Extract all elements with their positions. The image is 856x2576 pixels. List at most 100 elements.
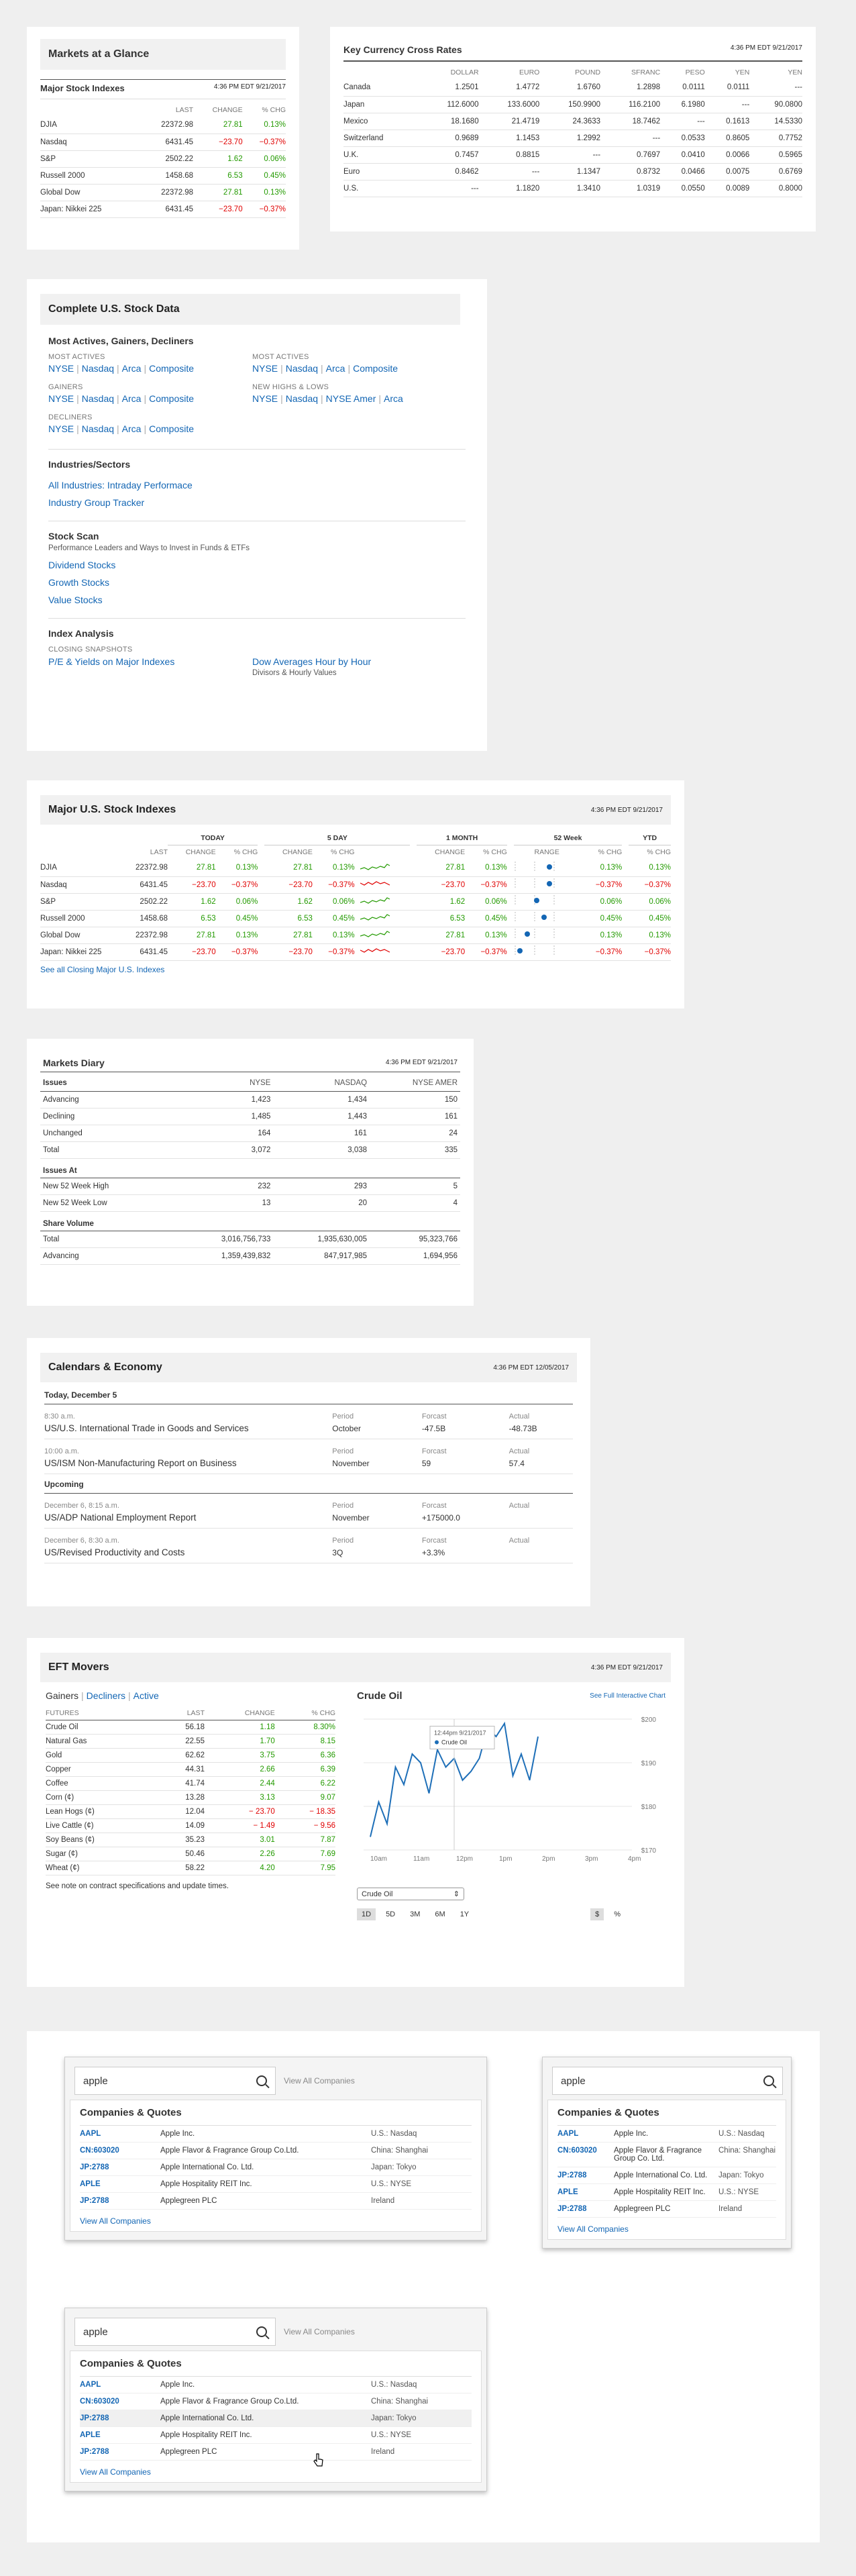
ticker-symbol[interactable]: AAPL <box>557 2130 614 2138</box>
see-all-indexes-link[interactable]: See all Closing Major U.S. Indexes <box>40 965 164 974</box>
company-result-row[interactable]: CN:603020 Apple Flavor & Fragrance Group … <box>80 2143 472 2159</box>
calendar-event[interactable]: December 6, 8:30 a.m. US/Revised Producti… <box>44 1529 573 1563</box>
ticker-symbol[interactable]: JP:2788 <box>557 2171 614 2179</box>
view-all-companies-link[interactable]: View All Companies <box>284 2076 355 2085</box>
future-name[interactable]: Soy Beans (¢) <box>46 1833 160 1847</box>
link-arca[interactable]: Arca <box>122 423 142 434</box>
link-nyse[interactable]: NYSE <box>48 363 74 374</box>
ticker-symbol[interactable]: APLE <box>80 2431 160 2439</box>
search-icon[interactable] <box>763 2075 774 2086</box>
calendar-event[interactable]: December 6, 8:15 a.m. US/ADP National Emp… <box>44 1494 573 1529</box>
search-input[interactable]: apple <box>74 2067 276 2095</box>
link-nyse[interactable]: NYSE <box>48 393 74 404</box>
future-name[interactable]: Lean Hogs (¢) <box>46 1804 160 1818</box>
range-1y-button[interactable]: 1Y <box>456 1908 474 1920</box>
company-result-row[interactable]: JP:2788 Applegreen PLC Ireland <box>80 2193 472 2210</box>
company-result-row[interactable]: APLE Apple Hospitality REIT Inc. U.S.: NYS… <box>557 2184 776 2201</box>
search-icon[interactable] <box>256 2326 267 2337</box>
future-name[interactable]: Gold <box>46 1748 160 1762</box>
range-3m-button[interactable]: 3M <box>405 1908 425 1920</box>
range-1d-button[interactable]: 1D <box>357 1908 376 1920</box>
company-result-row[interactable]: JP:2788 Apple International Co. Ltd. Japan… <box>80 2410 472 2427</box>
all-industries-link[interactable]: All Industries: Intraday Performace <box>48 480 193 491</box>
ticker-symbol[interactable]: AAPL <box>80 2130 160 2138</box>
link-arca[interactable]: Arca <box>326 363 345 374</box>
pe-yields-link[interactable]: P/E & Yields on Major Indexes <box>48 656 252 677</box>
range-5d-button[interactable]: 5D <box>381 1908 400 1920</box>
index-name[interactable]: Nasdaq <box>40 876 121 893</box>
index-name[interactable]: Japan: Nikkei 225 <box>40 201 141 217</box>
link-nyse[interactable]: NYSE <box>252 393 278 404</box>
view-all-companies-link[interactable]: View All Companies <box>80 2216 472 2226</box>
search-icon[interactable] <box>256 2075 267 2086</box>
company-result-row[interactable]: AAPL Apple Inc. U.S.: Nasdaq <box>80 2126 472 2143</box>
link-nasdaq[interactable]: Nasdaq <box>82 393 114 404</box>
value-stocks-link[interactable]: Value Stocks <box>48 595 103 605</box>
ticker-symbol[interactable]: AAPL <box>80 2381 160 2389</box>
company-result-row[interactable]: JP:2788 Applegreen PLC Ireland <box>557 2201 776 2218</box>
tab-active[interactable]: Active <box>133 1690 159 1701</box>
search-input[interactable]: apple <box>552 2067 783 2095</box>
link-composite[interactable]: Composite <box>149 363 194 374</box>
company-result-row[interactable]: CN:603020 Apple Flavor & Fragrance Group … <box>80 2393 472 2410</box>
link-nasdaq[interactable]: Nasdaq <box>286 363 318 374</box>
link-nasdaq[interactable]: Nasdaq <box>82 363 114 374</box>
ticker-symbol[interactable]: JP:2788 <box>80 2448 160 2456</box>
index-name[interactable]: Nasdaq <box>40 134 141 150</box>
index-name[interactable]: Global Dow <box>40 927 121 943</box>
ticker-symbol[interactable]: JP:2788 <box>80 2197 160 2205</box>
growth-stocks-link[interactable]: Growth Stocks <box>48 577 109 588</box>
future-name[interactable]: Crude Oil <box>46 1720 160 1734</box>
index-name[interactable]: DJIA <box>40 860 121 876</box>
link-nasdaq[interactable]: Nasdaq <box>82 423 114 434</box>
ticker-symbol[interactable]: JP:2788 <box>557 2205 614 2213</box>
link-nyse[interactable]: NYSE <box>48 423 74 434</box>
index-name[interactable]: Global Dow <box>40 184 141 201</box>
view-all-companies-link[interactable]: View All Companies <box>557 2224 776 2234</box>
link-nyse-amer[interactable]: NYSE Amer <box>326 393 376 404</box>
percent-mode-button[interactable]: % <box>609 1908 625 1920</box>
future-name[interactable]: Live Cattle (¢) <box>46 1818 160 1833</box>
company-result-row[interactable]: APLE Apple Hospitality REIT Inc. U.S.: NYS… <box>80 2176 472 2193</box>
index-name[interactable]: Russell 2000 <box>40 910 121 927</box>
future-name[interactable]: Natural Gas <box>46 1734 160 1748</box>
company-result-row[interactable]: JP:2788 Apple International Co. Ltd. Japan… <box>80 2159 472 2176</box>
index-name[interactable]: S&P <box>40 893 121 910</box>
link-arca[interactable]: Arca <box>122 393 142 404</box>
company-result-row[interactable]: JP:2788 Applegreen PLC Ireland <box>80 2444 472 2461</box>
company-result-row[interactable]: JP:2788 Apple International Co. Ltd. Japan… <box>557 2167 776 2184</box>
view-all-companies-link[interactable]: View All Companies <box>80 2467 472 2477</box>
company-result-row[interactable]: AAPL Apple Inc. U.S.: Nasdaq <box>557 2126 776 2143</box>
calendar-event[interactable]: 8:30 a.m. US/U.S. International Trade in … <box>44 1404 573 1439</box>
dividend-stocks-link[interactable]: Dividend Stocks <box>48 560 115 570</box>
dollar-mode-button[interactable]: $ <box>590 1908 604 1920</box>
company-result-row[interactable]: CN:603020 Apple Flavor & Fragrance Group … <box>557 2143 776 2167</box>
link-nyse[interactable]: NYSE <box>252 363 278 374</box>
ticker-symbol[interactable]: CN:603020 <box>80 2398 160 2406</box>
view-all-companies-link[interactable]: View All Companies <box>284 2327 355 2336</box>
company-result-row[interactable]: APLE Apple Hospitality REIT Inc. U.S.: NYS… <box>80 2427 472 2444</box>
index-name[interactable]: DJIA <box>40 117 141 134</box>
range-6m-button[interactable]: 6M <box>430 1908 449 1920</box>
index-name[interactable]: Japan: Nikkei 225 <box>40 943 121 960</box>
ticker-symbol[interactable]: APLE <box>80 2180 160 2188</box>
future-name[interactable]: Wheat (¢) <box>46 1861 160 1875</box>
future-name[interactable]: Corn (¢) <box>46 1790 160 1804</box>
ticker-symbol[interactable]: CN:603020 <box>557 2147 614 2155</box>
link-composite[interactable]: Composite <box>149 423 194 434</box>
future-name[interactable]: Coffee <box>46 1776 160 1790</box>
company-result-row[interactable]: AAPL Apple Inc. U.S.: Nasdaq <box>80 2377 472 2393</box>
industry-group-tracker-link[interactable]: Industry Group Tracker <box>48 497 144 508</box>
commodity-select[interactable]: Crude Oil ⇕ <box>357 1888 464 1900</box>
ticker-symbol[interactable]: JP:2788 <box>80 2414 160 2422</box>
dow-averages-link[interactable]: Dow Averages Hour by Hour <box>252 656 371 667</box>
link-arca[interactable]: Arca <box>384 393 403 404</box>
future-name[interactable]: Copper <box>46 1762 160 1776</box>
link-composite[interactable]: Composite <box>149 393 194 404</box>
calendar-event[interactable]: 10:00 a.m. US/ISM Non-Manufacturing Repor… <box>44 1439 573 1474</box>
search-input[interactable]: apple <box>74 2318 276 2346</box>
index-name[interactable]: Russell 2000 <box>40 167 141 184</box>
ticker-symbol[interactable]: APLE <box>557 2188 614 2196</box>
future-name[interactable]: Sugar (¢) <box>46 1847 160 1861</box>
ticker-symbol[interactable]: JP:2788 <box>80 2163 160 2171</box>
